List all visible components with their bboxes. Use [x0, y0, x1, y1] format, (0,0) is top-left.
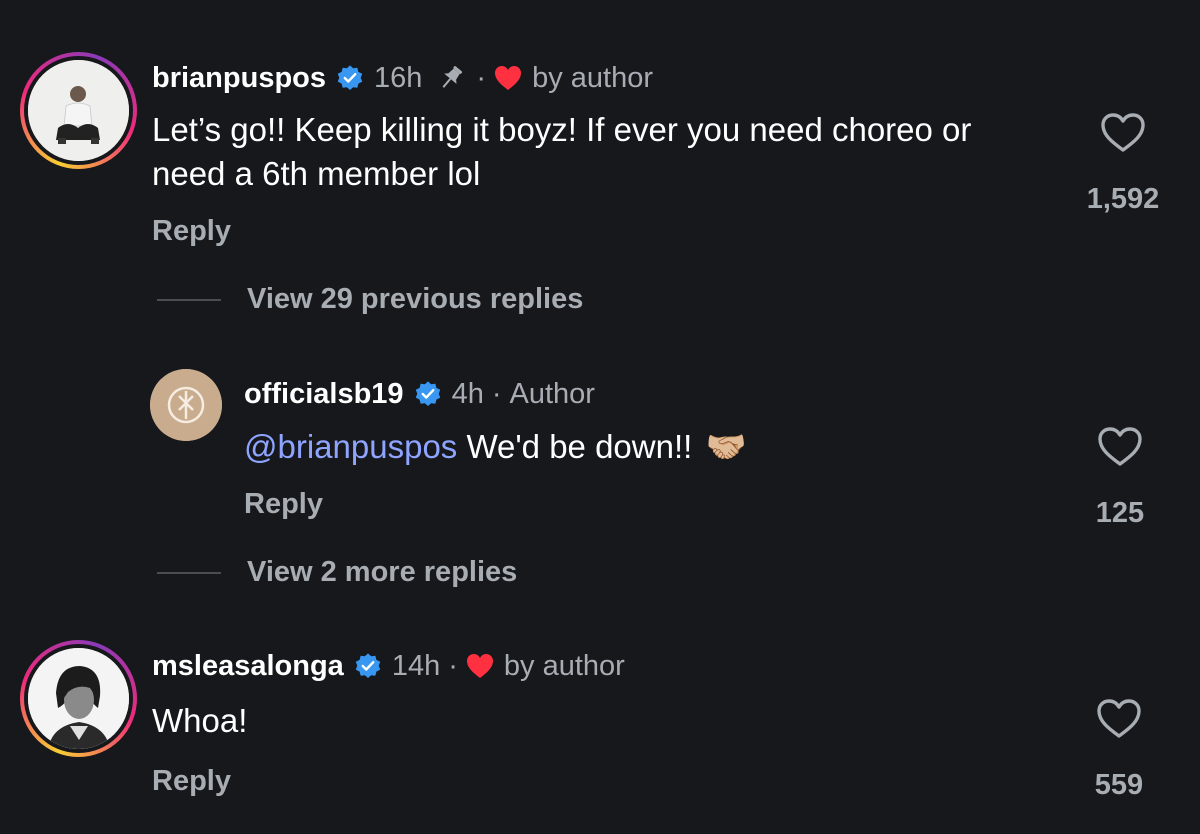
thread-line-divider — [157, 298, 221, 301]
separator: · — [476, 61, 487, 94]
like-count: 1,592 — [1086, 183, 1160, 215]
heart-outline-icon[interactable] — [1097, 426, 1143, 473]
by-author-label: by author — [532, 61, 653, 94]
reply-button[interactable]: Reply — [244, 488, 323, 521]
thread-line-divider — [157, 571, 221, 574]
username[interactable]: msleasalonga — [152, 650, 344, 683]
timestamp: 16h — [374, 61, 423, 94]
username[interactable]: officialsb19 — [244, 378, 404, 411]
comments-screen: brianpuspos 16h · by author Let’s go!! K… — [0, 0, 1200, 834]
username[interactable]: brianpuspos — [152, 62, 326, 95]
liked-by-author-heart-icon — [494, 65, 522, 91]
timestamp: 14h — [391, 649, 441, 682]
sb19-logo-icon — [150, 369, 222, 441]
avatar-photo-person-icon — [28, 60, 129, 161]
like-control: 559 — [1064, 698, 1174, 802]
view-more-replies-label[interactable]: View 2 more replies — [247, 556, 517, 589]
like-control: 1,592 — [1068, 112, 1178, 216]
pin-icon — [434, 63, 468, 93]
view-more-replies[interactable]: View 2 more replies — [157, 556, 517, 589]
liked-by-author-heart-icon — [466, 653, 494, 679]
view-previous-replies[interactable]: View 29 previous replies — [157, 283, 583, 316]
mention-link[interactable]: @brianpuspos — [244, 428, 457, 465]
by-author-label: by author — [503, 649, 625, 682]
avatar — [28, 648, 129, 749]
handshake-emoji: 🤝🏼 — [705, 427, 747, 466]
like-count: 559 — [1094, 769, 1144, 801]
reply-button[interactable]: Reply — [152, 765, 231, 798]
comment-text: Whoa! — [152, 702, 248, 739]
avatar-story-ring[interactable] — [20, 640, 137, 757]
like-count: 125 — [1095, 497, 1145, 529]
reply-text: @brianpuspos We'd be down!! 🤝🏼 — [244, 425, 1004, 469]
reply-button[interactable]: Reply — [152, 215, 231, 248]
separator: · — [448, 649, 458, 682]
like-control: 125 — [1065, 426, 1175, 530]
verified-badge-icon — [354, 652, 382, 680]
avatar-photo-portrait-icon — [28, 648, 129, 749]
timestamp: 4h — [451, 377, 484, 410]
avatar[interactable] — [150, 369, 222, 441]
verified-badge-icon — [336, 64, 364, 92]
avatar-story-ring[interactable] — [20, 52, 137, 169]
comment-text: Let’s go!! Keep killing it boyz! If ever… — [152, 111, 972, 192]
heart-outline-icon[interactable] — [1100, 112, 1146, 159]
reply-message: We'd be down!! — [457, 428, 693, 465]
author-tag: Author — [509, 377, 595, 410]
heart-outline-icon[interactable] — [1096, 698, 1142, 745]
view-previous-replies-label[interactable]: View 29 previous replies — [247, 283, 583, 316]
separator: · — [491, 377, 502, 410]
avatar — [28, 60, 129, 161]
verified-badge-icon — [414, 380, 442, 408]
